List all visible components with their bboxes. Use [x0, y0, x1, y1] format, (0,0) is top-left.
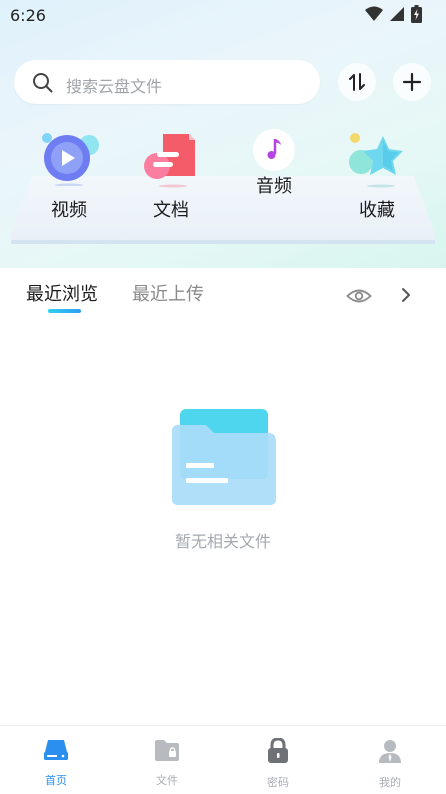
document-icon	[144, 134, 195, 188]
nav-files[interactable]: 文件	[127, 738, 207, 788]
empty-state-text: 暂无相关文件	[174, 532, 271, 551]
search-placeholder: 搜索云盘文件	[66, 77, 163, 96]
nav-label-home: 首页	[45, 774, 67, 787]
person-icon	[379, 740, 401, 763]
tab-active-indicator	[48, 309, 81, 313]
home-drive-icon	[44, 740, 68, 760]
category-document[interactable]: 文档	[131, 130, 211, 221]
category-favorite[interactable]: 收藏	[337, 130, 417, 221]
battery-charging-icon	[411, 5, 422, 23]
video-icon	[42, 133, 99, 186]
music-note-icon	[253, 129, 295, 171]
wifi-icon	[365, 6, 383, 21]
status-bar: 6:26	[0, 0, 446, 32]
folder-lock-icon	[155, 740, 179, 761]
nav-label-files: 文件	[156, 774, 178, 787]
sort-arrows-icon	[349, 73, 365, 91]
status-icons	[365, 5, 422, 23]
empty-folder-icon	[172, 409, 276, 505]
star-icon	[349, 133, 403, 188]
category-label-video: 视频	[51, 200, 87, 221]
nav-label-password: 密码	[267, 776, 289, 789]
search-input[interactable]: 搜索云盘文件	[14, 60, 320, 104]
plus-icon	[402, 72, 422, 92]
signal-icon	[390, 7, 404, 21]
category-video[interactable]: 视频	[29, 130, 109, 221]
nav-label-profile: 我的	[379, 776, 401, 789]
nav-home[interactable]: 首页	[16, 738, 96, 788]
tab-recent-browse[interactable]: 最近浏览	[26, 280, 98, 306]
category-label-audio: 音频	[256, 176, 292, 197]
chevron-right-icon[interactable]	[400, 287, 412, 303]
bottom-nav: 首页 文件 密码 我的	[0, 725, 446, 794]
nav-profile[interactable]: 我的	[350, 738, 430, 790]
eye-icon[interactable]	[346, 288, 372, 304]
recent-tabs: 最近浏览 最近上传	[0, 268, 446, 318]
category-audio[interactable]: 音频	[234, 126, 314, 197]
tab-recent-upload[interactable]: 最近上传	[132, 280, 204, 306]
nav-password[interactable]: 密码	[238, 737, 318, 790]
category-label-favorite: 收藏	[359, 200, 395, 221]
search-icon	[33, 73, 53, 93]
add-button[interactable]	[393, 63, 431, 101]
category-label-document: 文档	[153, 200, 189, 221]
padlock-icon	[268, 737, 288, 763]
status-time: 6:26	[10, 6, 46, 25]
sort-button[interactable]	[338, 63, 376, 101]
